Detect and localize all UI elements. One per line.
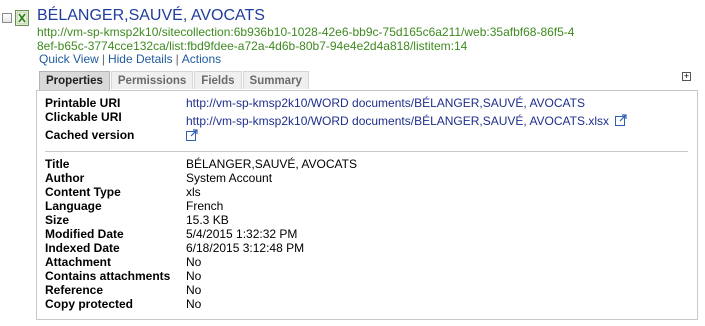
property-row: Indexed Date 6/18/2015 3:12:48 PM bbox=[45, 241, 304, 255]
excel-file-icon bbox=[15, 10, 29, 26]
property-row: Author System Account bbox=[45, 171, 272, 185]
quick-view-link[interactable]: Quick View bbox=[39, 52, 99, 66]
property-value: 5/4/2015 1:32:32 PM bbox=[186, 227, 298, 241]
property-label: Attachment bbox=[45, 255, 112, 269]
result-url: http://vm-sp-kmsp2k10/sitecollection:6b9… bbox=[37, 25, 575, 53]
printable-uri-label: Printable URI bbox=[45, 96, 121, 110]
property-value: No bbox=[186, 297, 202, 311]
property-label: Author bbox=[45, 171, 85, 185]
select-checkbox[interactable] bbox=[2, 13, 12, 23]
result-title-link[interactable]: BÉLANGER,SAUVÉ, AVOCATS bbox=[37, 7, 265, 25]
tab-permissions[interactable]: Permissions bbox=[110, 71, 194, 89]
property-row: Language French bbox=[45, 199, 223, 213]
actions-link[interactable]: Actions bbox=[182, 52, 221, 66]
property-row: Modified Date 5/4/2015 1:32:32 PM bbox=[45, 227, 297, 241]
property-label: Contains attachments bbox=[45, 269, 171, 283]
clickable-uri-link[interactable]: http://vm-sp-kmsp2k10/WORD documents/BÉL… bbox=[186, 114, 609, 128]
printable-uri-link[interactable]: http://vm-sp-kmsp2k10/WORD documents/BÉL… bbox=[186, 96, 585, 110]
property-value: BÉLANGER,SAUVÉ, AVOCATS bbox=[186, 157, 357, 171]
property-label: Modified Date bbox=[45, 227, 124, 241]
property-value: No bbox=[186, 255, 202, 269]
property-row: Copy protected No bbox=[45, 297, 201, 311]
external-link-icon[interactable] bbox=[615, 114, 627, 126]
expand-button[interactable]: + bbox=[682, 72, 691, 81]
external-link-icon[interactable] bbox=[186, 129, 198, 141]
property-value: 6/18/2015 3:12:48 PM bbox=[186, 241, 305, 255]
property-value: 15.3 KB bbox=[186, 213, 229, 227]
clickable-uri-label: Clickable URI bbox=[45, 110, 122, 124]
properties-panel: Printable URI http://vm-sp-kmsp2k10/WORD… bbox=[36, 90, 698, 320]
cached-version-label: Cached version bbox=[45, 128, 135, 142]
property-label: Title bbox=[45, 157, 70, 171]
property-row: Reference No bbox=[45, 283, 201, 297]
action-separator: | bbox=[175, 52, 179, 66]
cached-version-row: Cached version bbox=[45, 128, 198, 142]
tab-fields[interactable]: Fields bbox=[194, 71, 242, 89]
property-value: xls bbox=[186, 185, 201, 199]
property-value: French bbox=[186, 199, 224, 213]
property-row: Contains attachments No bbox=[45, 269, 201, 283]
tab-summary[interactable]: Summary bbox=[242, 71, 309, 89]
action-separator: | bbox=[101, 52, 105, 66]
property-row: Content Type xls bbox=[45, 185, 201, 199]
property-value: No bbox=[186, 269, 202, 283]
property-row: Title BÉLANGER,SAUVÉ, AVOCATS bbox=[45, 157, 357, 171]
property-row: Attachment No bbox=[45, 255, 201, 269]
printable-uri-row: Printable URI http://vm-sp-kmsp2k10/WORD… bbox=[45, 96, 585, 110]
property-label: Size bbox=[45, 213, 70, 227]
property-label: Reference bbox=[45, 283, 104, 297]
property-row: Size 15.3 KB bbox=[45, 213, 229, 227]
property-label: Copy protected bbox=[45, 297, 134, 311]
property-value: System Account bbox=[186, 171, 273, 185]
property-label: Content Type bbox=[45, 185, 121, 199]
details-tabs: Properties Permissions Fields Summary bbox=[39, 71, 310, 90]
clickable-uri-row: Clickable URI http://vm-sp-kmsp2k10/WORD… bbox=[45, 110, 627, 128]
property-label: Language bbox=[45, 199, 102, 213]
hide-details-link[interactable]: Hide Details bbox=[108, 52, 173, 66]
section-divider bbox=[45, 151, 688, 152]
tab-properties[interactable]: Properties bbox=[39, 71, 110, 90]
result-actions: Quick View | Hide Details | Actions bbox=[39, 52, 221, 66]
property-value: No bbox=[186, 283, 202, 297]
property-label: Indexed Date bbox=[45, 241, 120, 255]
